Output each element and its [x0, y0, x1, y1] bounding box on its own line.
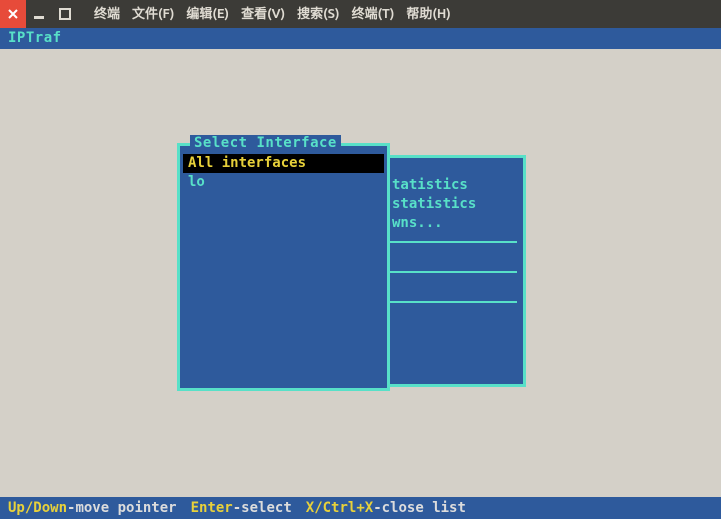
menu-separator	[388, 301, 517, 303]
minimize-icon	[33, 8, 45, 20]
main-menu-line: wns...	[392, 214, 517, 233]
close-icon	[8, 9, 18, 19]
menu-separator	[388, 241, 517, 243]
select-interface-dialog: Select Interface All interfaces lo	[177, 143, 390, 391]
menu-terminal2[interactable]: 终端(T)	[346, 0, 401, 28]
menu-file[interactable]: 文件(F)	[126, 0, 180, 28]
app-title-bar: IPTraf	[0, 28, 721, 49]
hint-text-close: -close list	[373, 500, 466, 516]
hint-key-close: X/Ctrl+X	[306, 500, 373, 516]
main-menu-line: tatistics	[392, 176, 517, 195]
hint-text-move: -move pointer	[67, 500, 177, 516]
menu-bar: 终端 文件(F) 编辑(E) 查看(V) 搜索(S) 终端(T) 帮助(H)	[88, 0, 457, 28]
status-bar: Up/Down -move pointer Enter -select X/Ct…	[0, 497, 721, 519]
window-minimize-button[interactable]	[26, 0, 52, 28]
hint-key-enter: Enter	[191, 500, 233, 516]
maximize-icon	[59, 8, 71, 20]
hint-text-select: -select	[233, 500, 292, 516]
window-controls	[0, 0, 78, 28]
window-maximize-button[interactable]	[52, 0, 78, 28]
menu-terminal[interactable]: 终端	[88, 0, 126, 28]
dialog-title: Select Interface	[190, 135, 341, 151]
window-close-button[interactable]	[0, 0, 26, 28]
menu-search[interactable]: 搜索(S)	[291, 0, 345, 28]
hint-key-updown: Up/Down	[8, 500, 67, 516]
window-titlebar: 终端 文件(F) 编辑(E) 查看(V) 搜索(S) 终端(T) 帮助(H)	[0, 0, 721, 28]
menu-separator	[388, 271, 517, 273]
main-menu-line: statistics	[392, 195, 517, 214]
main-menu-fragment: tatistics statistics wns...	[388, 155, 526, 387]
interface-list: All interfaces lo	[180, 146, 387, 192]
terminal-body: tatistics statistics wns... Select Inter…	[0, 49, 721, 496]
interface-item-all[interactable]: All interfaces	[183, 154, 384, 173]
interface-item-lo[interactable]: lo	[180, 173, 387, 192]
menu-view[interactable]: 查看(V)	[235, 0, 291, 28]
menu-help[interactable]: 帮助(H)	[400, 0, 456, 28]
app-title: IPTraf	[8, 30, 62, 46]
menu-edit[interactable]: 编辑(E)	[180, 0, 235, 28]
